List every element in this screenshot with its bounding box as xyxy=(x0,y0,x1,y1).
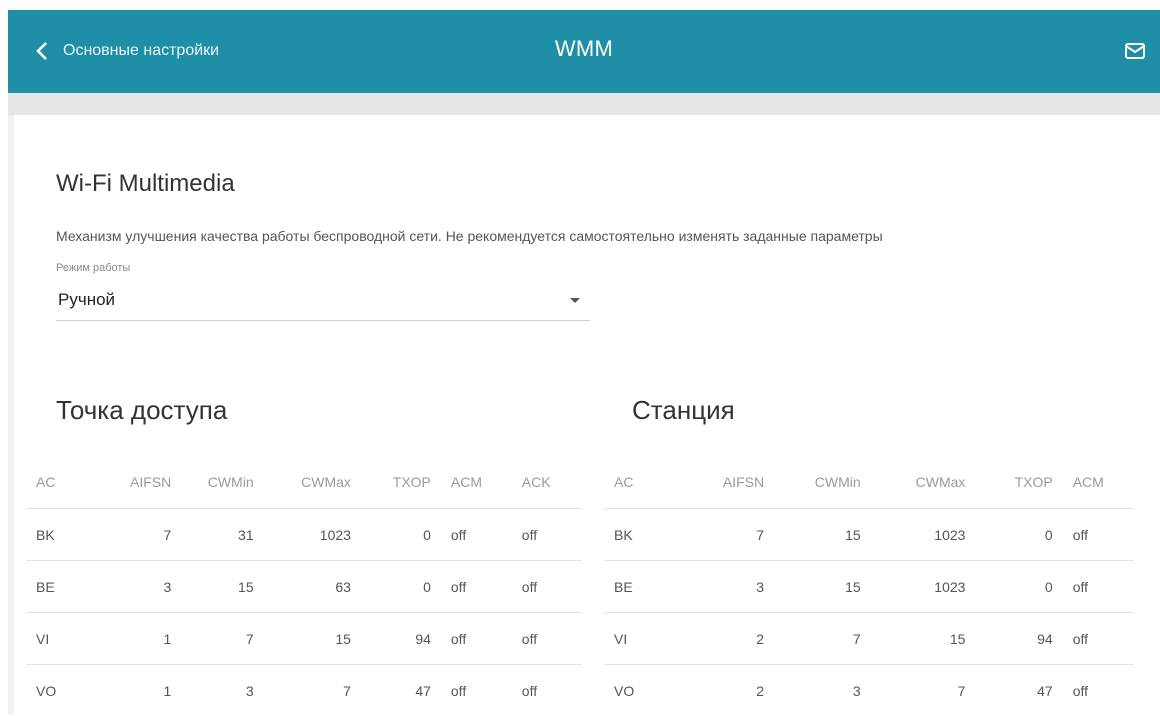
section-title: Wi-Fi Multimedia xyxy=(56,170,235,198)
table-cell: off xyxy=(441,561,512,613)
column-header: TXOP xyxy=(361,456,441,509)
table-row: BK73110230offoff xyxy=(26,509,582,561)
table-cell: off xyxy=(1063,613,1134,665)
column-header: CWMin xyxy=(774,456,871,509)
mode-label: Режим работы xyxy=(56,262,130,274)
table-row: BE315630offoff xyxy=(26,561,582,613)
page-title: WMM xyxy=(8,36,1160,62)
table-cell: off xyxy=(1063,509,1134,561)
table-cell: VO xyxy=(604,665,672,716)
table-cell: 7 xyxy=(181,613,263,665)
table-cell: 1 xyxy=(93,665,181,716)
table-cell: VI xyxy=(26,613,93,665)
table-cell: 3 xyxy=(672,561,774,613)
column-header: CWMax xyxy=(871,456,976,509)
table-cell: 7 xyxy=(871,665,976,716)
column-header: CWMin xyxy=(181,456,263,509)
table-cell: 7 xyxy=(774,613,871,665)
table-cell: 7 xyxy=(672,509,774,561)
column-header: CWMax xyxy=(264,456,361,509)
table-cell: 0 xyxy=(361,561,441,613)
column-header: AIFSN xyxy=(93,456,181,509)
table-cell: 94 xyxy=(361,613,441,665)
section-description: Механизм улучшения качества работы беспр… xyxy=(56,228,883,244)
table-cell: 15 xyxy=(871,613,976,665)
table-cell: 15 xyxy=(181,561,263,613)
table-row: VI171594offoff xyxy=(26,613,582,665)
table-cell: 63 xyxy=(264,561,361,613)
table-cell: 47 xyxy=(361,665,441,716)
table-cell: 0 xyxy=(361,509,441,561)
table-cell: 2 xyxy=(672,613,774,665)
table-cell: off xyxy=(512,509,582,561)
table-row: VO13747offoff xyxy=(26,665,582,716)
table-cell: BE xyxy=(604,561,672,613)
table-cell: 1 xyxy=(93,613,181,665)
table-cell: off xyxy=(512,561,582,613)
table-cell: off xyxy=(512,665,582,716)
table-cell: BE xyxy=(26,561,93,613)
table-cell: 1023 xyxy=(264,509,361,561)
table-cell: 15 xyxy=(774,509,871,561)
column-header: AC xyxy=(604,456,672,509)
mode-select[interactable]: Ручной xyxy=(56,282,590,321)
column-header: ACM xyxy=(1063,456,1134,509)
table-cell: VI xyxy=(604,613,672,665)
table-cell: 7 xyxy=(264,665,361,716)
header-shadow-bar xyxy=(8,93,1160,115)
table-cell: 31 xyxy=(181,509,263,561)
table-cell: off xyxy=(512,613,582,665)
table-cell: off xyxy=(441,509,512,561)
table-cell: 15 xyxy=(264,613,361,665)
table-cell: 1023 xyxy=(871,561,976,613)
column-header: ACK xyxy=(512,456,582,509)
table-row: BK71510230off xyxy=(604,509,1134,561)
top-bar: Основные настройки WMM xyxy=(8,10,1160,93)
column-header: AC xyxy=(26,456,93,509)
table-cell: BK xyxy=(604,509,672,561)
table-row: VI271594off xyxy=(604,613,1134,665)
table-header-row: ACAIFSNCWMinCWMaxTXOPACM xyxy=(604,456,1134,509)
table-cell: off xyxy=(441,665,512,716)
access-point-table: ACAIFSNCWMinCWMaxTXOPACMACKBK73110230off… xyxy=(26,456,582,716)
table-cell: 0 xyxy=(975,561,1062,613)
mail-icon[interactable] xyxy=(1124,40,1146,62)
caret-down-icon xyxy=(570,298,580,303)
table-cell: 3 xyxy=(93,561,181,613)
station-title: Станция xyxy=(632,395,735,426)
table-row: BE31510230off xyxy=(604,561,1134,613)
table-cell: off xyxy=(1063,561,1134,613)
table-cell: 7 xyxy=(93,509,181,561)
column-header: AIFSN xyxy=(672,456,774,509)
column-header: ACM xyxy=(441,456,512,509)
station-table: ACAIFSNCWMinCWMaxTXOPACMBK71510230offBE3… xyxy=(604,456,1134,716)
table-cell: 15 xyxy=(774,561,871,613)
table-cell: 47 xyxy=(975,665,1062,716)
table-cell: 2 xyxy=(672,665,774,716)
table-row: VO23747off xyxy=(604,665,1134,716)
table-cell: 1023 xyxy=(871,509,976,561)
table-header-row: ACAIFSNCWMinCWMaxTXOPACMACK xyxy=(26,456,582,509)
access-point-title: Точка доступа xyxy=(56,395,227,426)
table-cell: 3 xyxy=(181,665,263,716)
column-header: TXOP xyxy=(975,456,1062,509)
table-cell: 3 xyxy=(774,665,871,716)
table-cell: off xyxy=(1063,665,1134,716)
table-cell: BK xyxy=(26,509,93,561)
mode-value: Ручной xyxy=(58,290,115,310)
table-cell: 0 xyxy=(975,509,1062,561)
table-cell: VO xyxy=(26,665,93,716)
table-cell: off xyxy=(441,613,512,665)
table-cell: 94 xyxy=(975,613,1062,665)
